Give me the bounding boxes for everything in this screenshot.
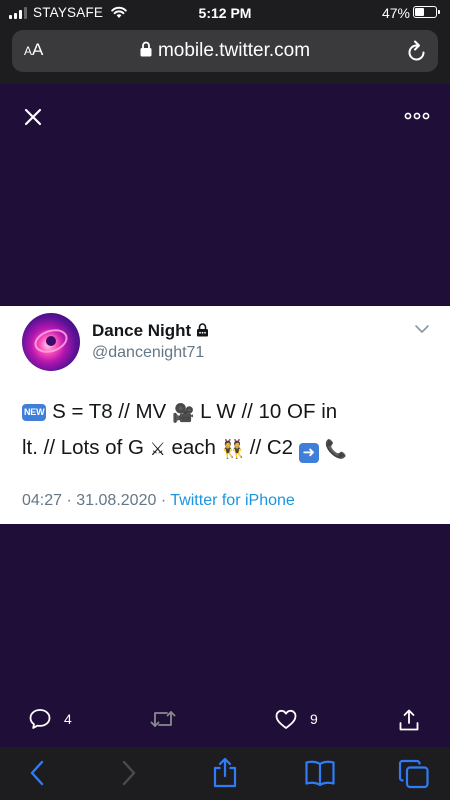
tweet-text: NEW S = T8 // MV 🎥 L W // 10 OF in lt. /…	[22, 400, 347, 463]
retweet-icon	[150, 711, 176, 727]
forward-icon[interactable]	[120, 759, 138, 787]
right-arrow-icon: ➜	[298, 443, 319, 463]
address-bar[interactable]: AA mobile.twitter.com	[12, 30, 438, 72]
tweet-card: Dance Night @dancenight71 NEW S = T8 // …	[0, 306, 450, 524]
like-count: 9	[310, 711, 318, 727]
close-icon[interactable]	[22, 106, 44, 128]
lock-icon	[140, 41, 152, 57]
like-icon	[275, 709, 297, 729]
url-text: mobile.twitter.com	[157, 40, 311, 61]
dancers-icon: 👯	[221, 439, 245, 460]
tweet-time: 04:27	[22, 492, 63, 509]
crossed-swords-icon: ⚔	[149, 439, 166, 460]
bookmarks-icon[interactable]	[304, 759, 336, 787]
reply-count: 4	[64, 711, 72, 727]
share-tweet-button[interactable]	[398, 708, 420, 732]
tabs-icon[interactable]	[398, 759, 430, 789]
protected-lock-icon	[197, 323, 209, 337]
tweet-meta: 04:27 · 31.08.2020 · Twitter for iPhone	[22, 492, 295, 509]
reply-icon	[29, 709, 51, 729]
retweet-button[interactable]	[149, 708, 177, 730]
tweet-actions: 4 9	[0, 700, 450, 740]
chevron-down-icon[interactable]	[414, 324, 430, 334]
share-icon	[399, 709, 419, 731]
browser-chrome-top: STAYSAFE 5:12 PM 47% AA mobile.twitter.c…	[0, 0, 450, 84]
reload-icon[interactable]	[406, 39, 428, 63]
tweet-source-link[interactable]: Twitter for iPhone	[170, 492, 295, 509]
more-icon[interactable]	[404, 108, 430, 124]
share-icon[interactable]	[212, 756, 238, 788]
browser-toolbar-bottom	[0, 747, 450, 800]
url-display[interactable]: mobile.twitter.com	[12, 40, 438, 62]
new-badge-icon: NEW	[22, 404, 47, 421]
tweet-date: 31.08.2020	[76, 492, 157, 509]
like-button[interactable]: 9	[274, 708, 318, 730]
battery-icon	[413, 6, 440, 18]
back-icon[interactable]	[28, 759, 46, 787]
telephone-icon: 📞	[324, 439, 347, 460]
reply-button[interactable]: 4	[28, 708, 72, 730]
movie-camera-icon: 🎥	[171, 403, 195, 424]
battery-percentage: 47%	[381, 5, 410, 21]
tweet-handle[interactable]: @dancenight71	[92, 344, 204, 362]
battery-fill	[415, 8, 424, 16]
status-bar: STAYSAFE 5:12 PM 47%	[0, 0, 450, 26]
avatar[interactable]	[22, 313, 80, 371]
tweet-display-name[interactable]: Dance Night	[92, 321, 209, 341]
